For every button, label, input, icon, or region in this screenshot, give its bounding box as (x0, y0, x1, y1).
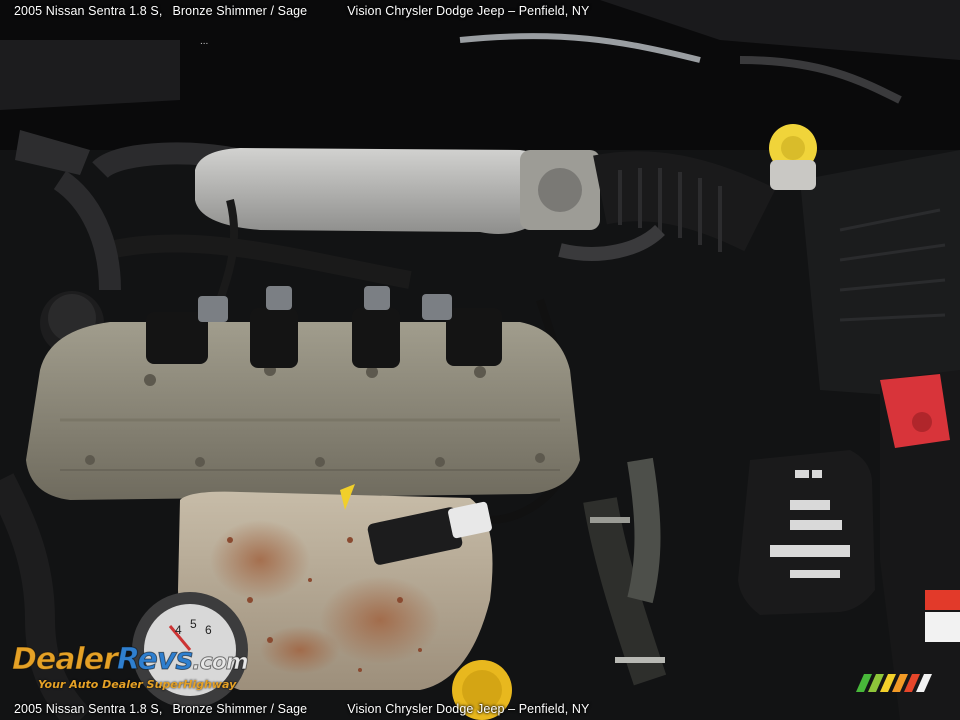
ellipsis: ... (200, 36, 209, 47)
logo-wordmark: DealerRevs.com (12, 642, 250, 678)
logo-tagline: Your Auto Dealer SuperHighway (38, 678, 237, 691)
dealerrevs-logo: DealerRevs.com Your Auto Dealer SuperHig… (12, 640, 262, 696)
gauge-number-4: 4 (175, 623, 182, 637)
vehicle-year-model: 2005 Nissan Sentra 1.8 S, (14, 4, 163, 18)
vehicle-year-model-bottom: 2005 Nissan Sentra 1.8 S, (14, 702, 163, 716)
vehicle-color: Bronze Shimmer / Sage (172, 4, 308, 18)
gauge-number-6: 6 (205, 623, 212, 637)
photo-frame: 4 5 6 2005 Nissan Sentra 1.8 S, Bronze S… (0, 0, 960, 720)
logo-part-dealer: Dealer (12, 642, 119, 678)
gauge-number-5: 5 (190, 617, 197, 631)
dealer-name-bottom: Vision Chrysler Dodge Jeep – Penfield, N… (347, 702, 590, 716)
racing-stripes-icon (856, 674, 932, 692)
vehicle-color-bottom: Bronze Shimmer / Sage (172, 702, 308, 716)
caption-top: 2005 Nissan Sentra 1.8 S, Bronze Shimmer… (0, 0, 960, 22)
logo-part-revs: Revs (116, 642, 193, 678)
dealer-name: Vision Chrysler Dodge Jeep – Penfield, N… (347, 4, 590, 18)
caption-bottom: 2005 Nissan Sentra 1.8 S, Bronze Shimmer… (0, 698, 960, 720)
engine-bay-photo: 4 5 6 (0, 0, 960, 720)
logo-part-com: .com (192, 650, 249, 676)
